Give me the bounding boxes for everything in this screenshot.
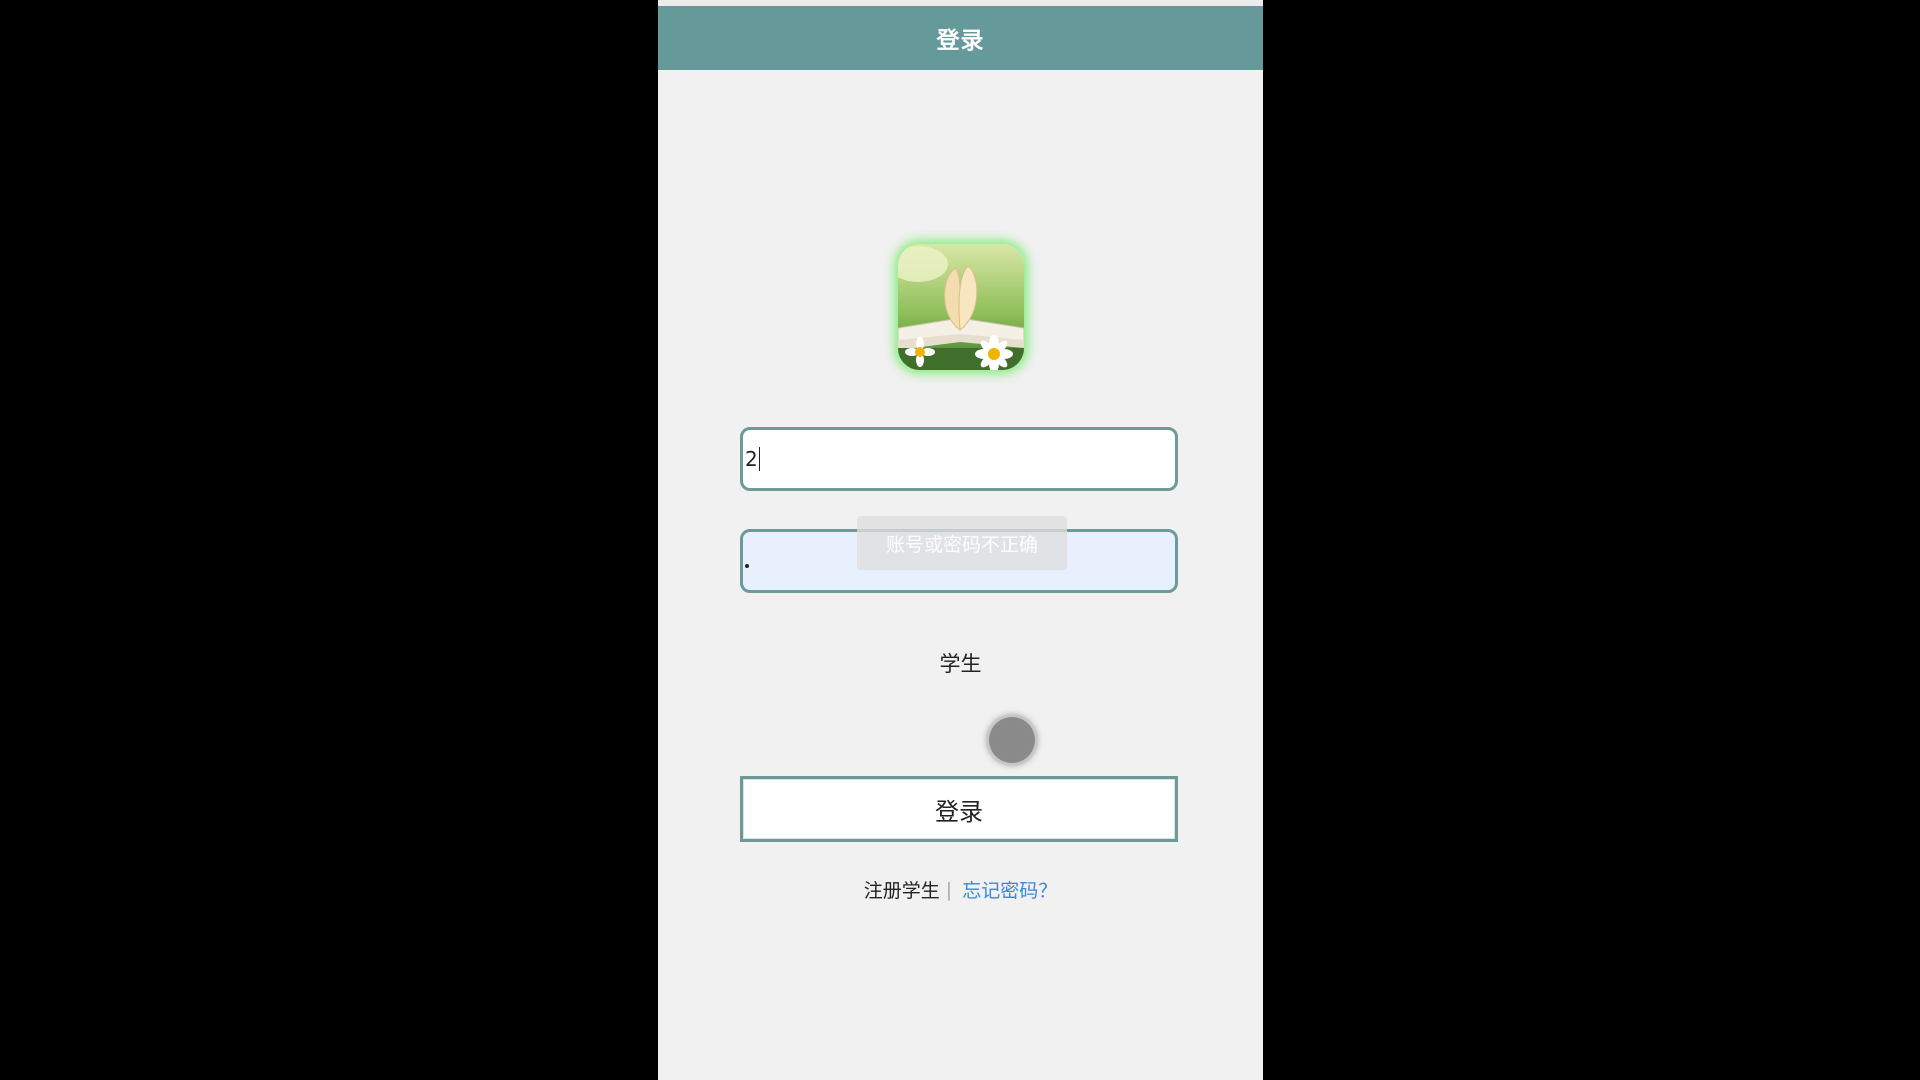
book-daisy-logo-icon xyxy=(898,244,1024,370)
password-mask xyxy=(745,564,749,568)
username-input[interactable]: 2 xyxy=(740,427,1178,491)
touch-indicator-icon xyxy=(989,717,1035,763)
register-link[interactable]: 注册学生 xyxy=(864,876,940,903)
page-title: 登录 xyxy=(658,6,1263,70)
text-caret xyxy=(758,447,760,471)
forgot-password-link[interactable]: 忘记密码？ xyxy=(962,876,1057,903)
login-button[interactable]: 登录 xyxy=(740,776,1178,842)
footer-links: 注册学生 | 忘记密码？ xyxy=(658,876,1263,903)
error-toast: 账号或密码不正确 xyxy=(857,516,1067,570)
link-separator: | xyxy=(945,878,953,901)
role-selector[interactable]: 学生 xyxy=(658,648,1263,678)
login-screen: 登录 2 账号或密码不正确 学生 登录 注册学生 | 忘记密码？ xyxy=(658,0,1263,1080)
username-value: 2 xyxy=(745,447,760,471)
